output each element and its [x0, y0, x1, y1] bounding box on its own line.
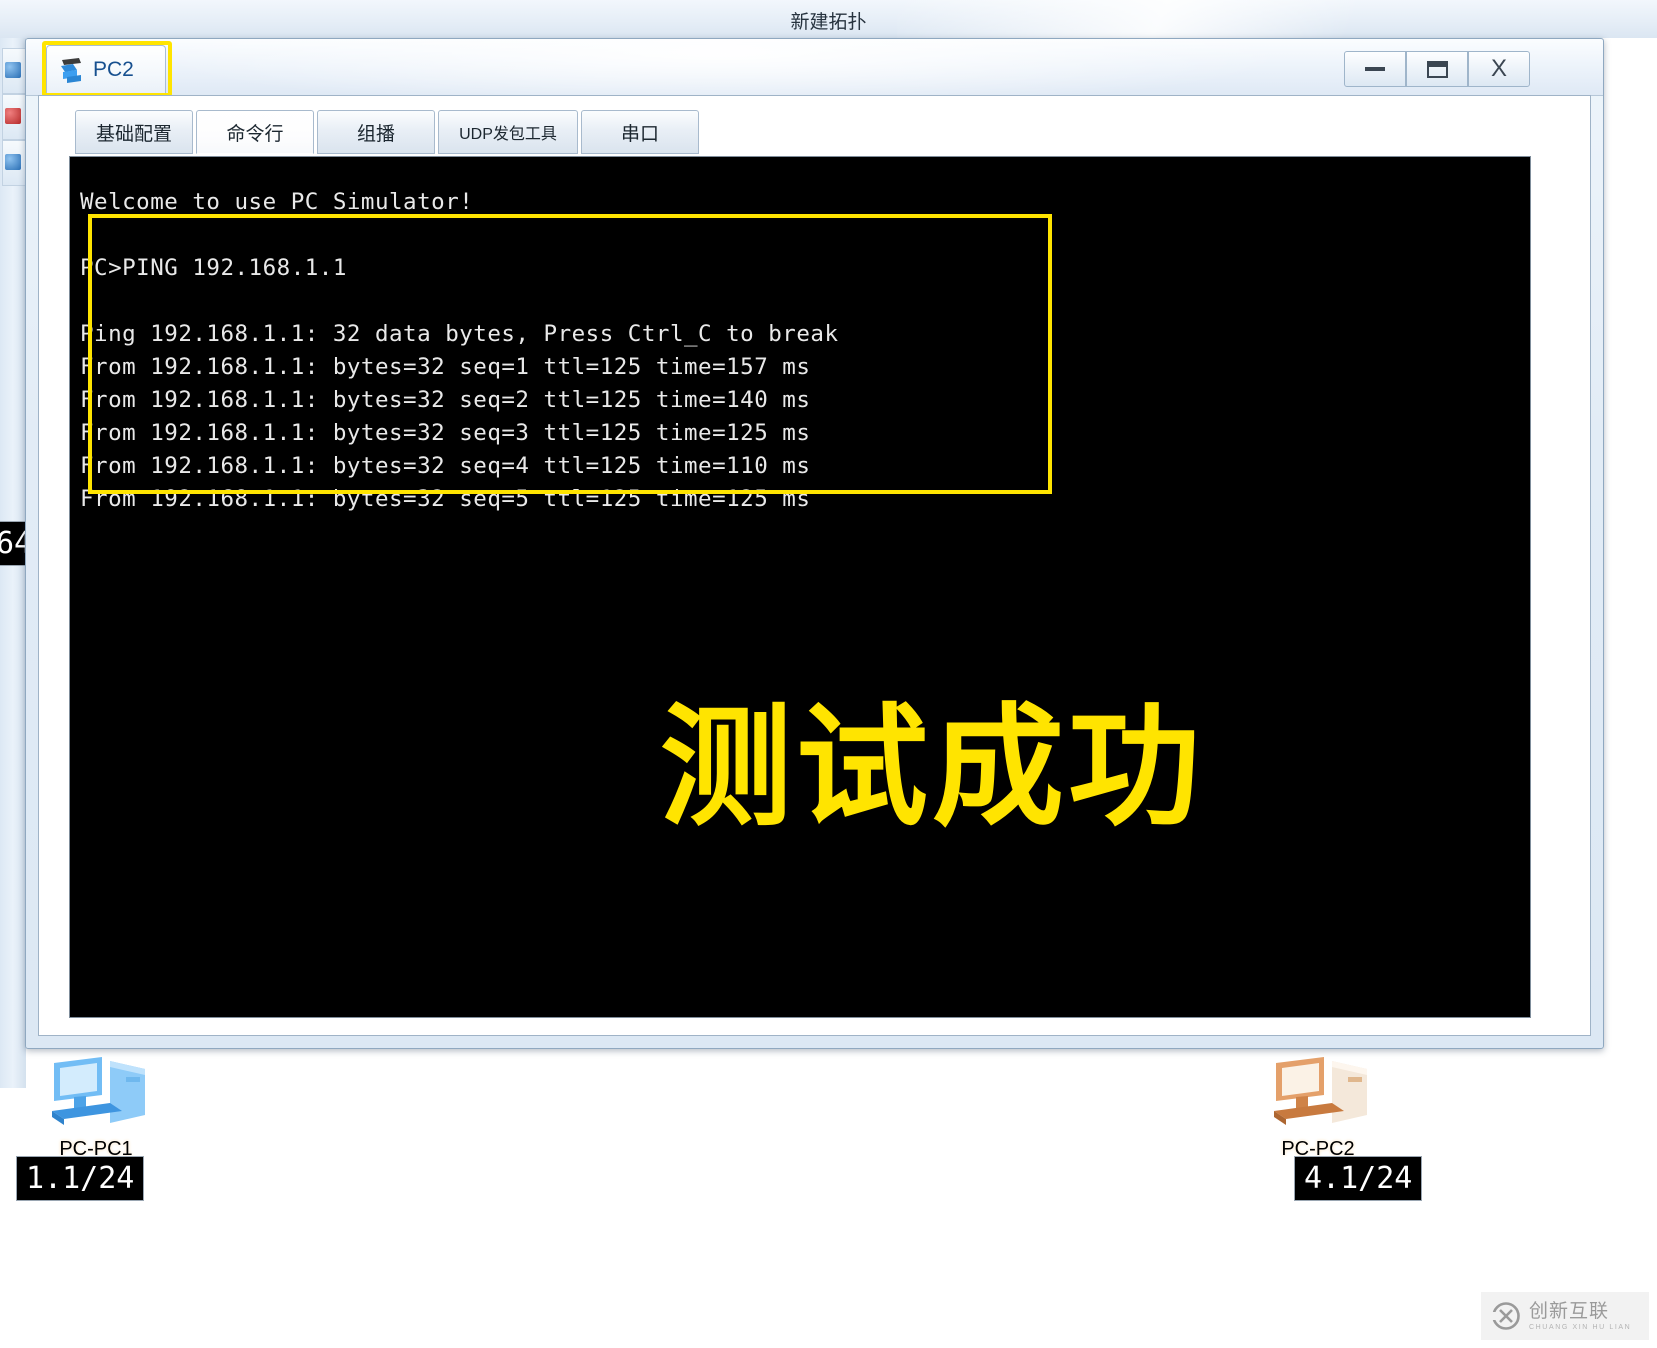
cx-logo-icon: [1491, 1302, 1520, 1330]
device-chip-red-icon: [5, 108, 21, 124]
tab-command-line[interactable]: 命令行: [196, 110, 314, 154]
titlebar-glow: [146, 39, 1296, 95]
watermark-cn: 创新互联: [1529, 1300, 1610, 1322]
toolbar-cell-1[interactable]: [2, 48, 26, 94]
terminal-output: Welcome to use PC Simulator! PC>PING 192…: [80, 188, 839, 512]
ip-tag-pc1: 1.1/24: [16, 1156, 145, 1201]
watermark-en: CHUANG XIN HU LIAN: [1529, 1323, 1632, 1331]
tab-serial-port[interactable]: 串口: [581, 110, 699, 154]
topology-node-pc2[interactable]: PC-PC2: [1248, 1053, 1388, 1161]
close-button[interactable]: X: [1468, 51, 1530, 87]
toolbar-cell-3[interactable]: [2, 140, 26, 186]
device-chip-icon: [5, 62, 21, 78]
success-annotation-text: 测试成功: [660, 691, 1204, 845]
watermark: 创新互联 CHUANG XIN HU LIAN: [1481, 1292, 1649, 1340]
window-tab-pc2[interactable]: PC2: [46, 45, 166, 93]
ip-tag-pc2: 4.1/24: [1294, 1156, 1423, 1201]
maximize-button[interactable]: [1406, 51, 1468, 87]
maximize-icon: [1426, 60, 1448, 78]
config-tab-row: 基础配置 命令行 组播 UDP发包工具 串口: [75, 110, 699, 154]
tab-multicast[interactable]: 组播: [317, 110, 435, 154]
application-root: 新建拓扑 64 PC-PC1: [0, 0, 1657, 1348]
pc2-window-content: 基础配置 命令行 组播 UDP发包工具 串口 Welcome to use PC…: [38, 95, 1591, 1036]
page-title: 新建拓扑: [790, 12, 867, 33]
window-tab-label: PC2: [93, 57, 134, 81]
topology-node-pc1[interactable]: PC-PC1: [26, 1053, 166, 1161]
pc-workstation-icon: [52, 1057, 145, 1125]
minimize-icon: [1365, 67, 1385, 71]
application-titlebar: 新建拓扑: [0, 0, 1657, 39]
pc2-device-window[interactable]: PC2 X 基础配置 命令行 组播 UDP发包工具 串口 Welcome to …: [25, 38, 1604, 1049]
tab-udp-tool[interactable]: UDP发包工具: [438, 110, 578, 154]
device-chip-icon-2: [5, 154, 21, 170]
close-icon: X: [1490, 55, 1507, 82]
toolbar-cell-2[interactable]: [2, 94, 26, 140]
command-line-terminal[interactable]: Welcome to use PC Simulator! PC>PING 192…: [69, 156, 1531, 1018]
pc2-window-titlebar[interactable]: PC2 X: [26, 39, 1603, 96]
pc-device-icon: [61, 57, 81, 83]
watermark-text-group: 创新互联 CHUANG XIN HU LIAN: [1529, 1302, 1631, 1331]
minimize-button[interactable]: [1344, 51, 1406, 87]
tab-basic-config[interactable]: 基础配置: [75, 110, 193, 154]
pc-workstation-icon: [1274, 1057, 1367, 1125]
